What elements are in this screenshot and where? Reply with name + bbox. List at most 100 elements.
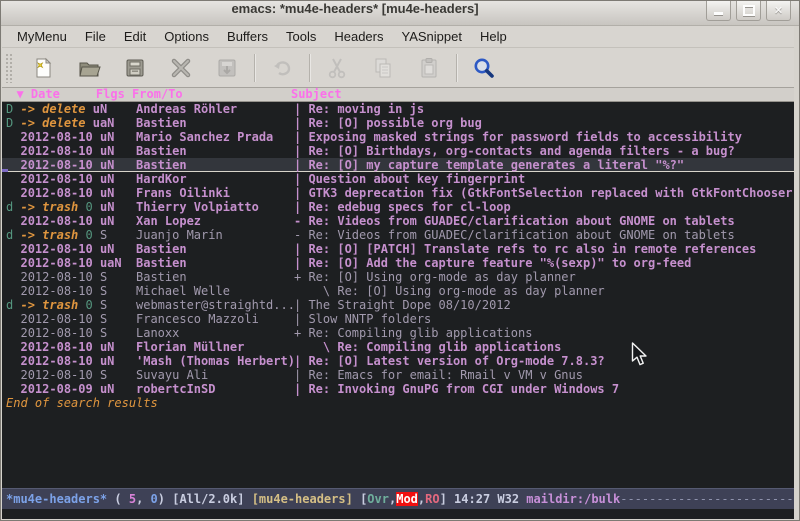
window-controls: ✕ xyxy=(706,1,791,21)
modeline-segment-dash: ---------------------------- xyxy=(620,492,794,506)
new-file-icon xyxy=(31,56,55,80)
row-date-flags: 2012-08-10 uN xyxy=(2,130,114,144)
modeline-segment-fg: ] 14:27 W32 xyxy=(440,492,527,506)
header-row[interactable]: 2012-08-10 uNBastien| Re: [O] [PATCH] Tr… xyxy=(2,242,794,256)
header-row[interactable]: 2012-08-10 SBastien+ Re: [O] Using org-m… xyxy=(2,270,794,284)
header-row[interactable]: 2012-08-10 SLanoxx+ Re: Compiling glib a… xyxy=(2,326,794,340)
toolbar-save-as-button xyxy=(215,56,239,80)
row-date-flags: 2012-08-10 uN xyxy=(2,186,114,200)
row-date-flags: D -> delete uaN xyxy=(2,116,114,130)
header-row[interactable]: 2012-08-10 SSuvayu Ali| Re: Emacs for em… xyxy=(2,368,794,382)
mu4e-headers-buffer[interactable]: D -> delete uNAndreas Röhler| Re: moving… xyxy=(2,102,794,488)
menu-item-options[interactable]: Options xyxy=(155,26,218,48)
echo-area[interactable] xyxy=(2,509,794,519)
header-row[interactable]: 2012-08-10 uNMario Sanchez Prada| Exposi… xyxy=(2,130,794,144)
header-row[interactable]: 2012-08-10 uN Xan Lopez- Re: Videos from … xyxy=(2,214,794,228)
row-subject: | Re: [O] my capture template generates … xyxy=(294,158,794,172)
header-row[interactable]: 2012-08-10 uaNBastien| Re: [O] Add the c… xyxy=(2,256,794,270)
row-from: Bastien xyxy=(136,116,295,130)
row-date-flags: 2012-08-10 S xyxy=(2,284,107,298)
close-icon: ✕ xyxy=(774,4,783,17)
row-date-flags: 2012-08-10 uN xyxy=(2,340,114,354)
maximize-button[interactable] xyxy=(736,1,761,21)
header-row[interactable]: 2012-08-10 uN Bastien| Re: [O] my capture… xyxy=(2,158,794,172)
row-date-flags: 2012-08-10 uN xyxy=(2,144,114,158)
header-row[interactable]: 2012-08-10 uNHardKor| Question about key… xyxy=(2,172,794,186)
header-row[interactable]: 2012-08-10 uNBastien| Re: [O] Birthdays,… xyxy=(2,144,794,158)
row-subject: - Re: Videos from GUADEC/clarification a… xyxy=(294,214,794,228)
row-date-flags: 2012-08-10 uaN xyxy=(2,256,122,270)
row-date-flags: 2012-08-10 uN xyxy=(2,242,114,256)
modeline-segment-fg: ( xyxy=(107,492,129,506)
header-row[interactable]: 2012-08-09 uNrobertcInSD| Re: Invoking G… xyxy=(2,382,794,396)
row-from: Suvayu Ali xyxy=(136,368,295,382)
row-date-flags: D -> delete uN xyxy=(2,102,107,116)
row-subject: | Re: [O] Birthdays, org-contacts and ag… xyxy=(294,144,794,158)
toolbar-new-file-button[interactable] xyxy=(31,56,55,80)
row-from: Bastien xyxy=(136,158,295,172)
row-subject: + Re: Compiling glib applications xyxy=(294,326,794,340)
menu-item-edit[interactable]: Edit xyxy=(115,26,155,48)
modeline-segment-fg: [ xyxy=(353,492,367,506)
row-from: Juanjo Marín xyxy=(136,228,295,242)
toolbar-drag-handle[interactable] xyxy=(5,53,12,83)
row-subject: | Re: [O] possible org bug xyxy=(294,116,794,130)
row-date-flags: 2012-08-10 uN xyxy=(2,158,114,172)
row-from: webmaster@straightd... xyxy=(136,298,295,312)
row-subject: | Re: [O] Add the capture feature "%(sex… xyxy=(294,256,794,270)
row-subject: \ Re: Compiling glib applications xyxy=(294,340,794,354)
menu-item-headers[interactable]: Headers xyxy=(325,26,392,48)
minimize-button[interactable] xyxy=(706,1,731,21)
mode-line[interactable]: *mu4e-headers* ( 5, 0) [All/2.0k] [mu4e-… xyxy=(2,488,794,509)
header-row[interactable]: d -> trash 0 uNThierry Volpiatto| Re: ed… xyxy=(2,200,794,214)
header-row[interactable]: d -> trash 0 Swebmaster@straightd...| Th… xyxy=(2,298,794,312)
modeline-segment-major-mode: [mu4e-headers] xyxy=(252,492,353,506)
toolbar-save-button[interactable] xyxy=(123,56,147,80)
row-date-flags: 2012-08-09 uN xyxy=(2,382,114,396)
header-row[interactable]: 2012-08-10 uNFrans Oilinki| GTK3 depreca… xyxy=(2,186,794,200)
row-subject: | Re: [O] [PATCH] Translate refs to rc a… xyxy=(294,242,794,256)
toolbar-separator xyxy=(456,54,457,82)
modeline-segment-mod: Mod xyxy=(396,492,418,506)
header-row[interactable]: d -> trash 0 SJuanjo Marín- Re: Videos f… xyxy=(2,228,794,242)
header-row[interactable]: 2012-08-10 SMichael Welle \ Re: [O] Usin… xyxy=(2,284,794,298)
header-row[interactable]: 2012-08-10 SFrancesco Mazzoli| Slow NNTP… xyxy=(2,312,794,326)
menu-item-tools[interactable]: Tools xyxy=(277,26,325,48)
toolbar-search-button[interactable] xyxy=(472,56,496,80)
close-button[interactable]: ✕ xyxy=(766,1,791,21)
toolbar-open-file-button[interactable] xyxy=(77,56,101,80)
header-row[interactable]: D -> delete uaN Bastien| Re: [O] possible… xyxy=(2,116,794,130)
menu-item-file[interactable]: File xyxy=(76,26,115,48)
row-subject: | Slow NNTP folders xyxy=(294,312,794,326)
save-icon xyxy=(123,56,147,80)
menu-item-yasnippet[interactable]: YASnippet xyxy=(392,26,470,48)
header-row[interactable]: 2012-08-10 uN'Mash (Thomas Herbert)| Re:… xyxy=(2,354,794,368)
row-from: Frans Oilinki xyxy=(136,186,295,200)
modeline-segment-num-blue: 0 xyxy=(151,492,158,506)
header-row[interactable]: D -> delete uNAndreas Röhler| Re: moving… xyxy=(2,102,794,116)
row-date-flags: 2012-08-10 uN xyxy=(2,214,114,228)
row-from: Xan Lopez xyxy=(136,214,295,228)
modeline-segment-maildir: maildir:/bulk xyxy=(526,492,620,506)
row-from: Francesco Mazzoli xyxy=(136,312,295,326)
row-date-flags: 2012-08-10 S xyxy=(2,326,107,340)
save-as-icon xyxy=(215,56,239,80)
header-row[interactable]: 2012-08-10 uNFlorian Müllner \ Re: Compi… xyxy=(2,340,794,354)
row-from: HardKor xyxy=(136,172,295,186)
copy-icon xyxy=(371,56,395,80)
toolbar-undo-button xyxy=(270,56,294,80)
modeline-segment-ro: RO xyxy=(425,492,439,506)
menu-item-mymenu[interactable]: MyMenu xyxy=(8,26,76,48)
toolbar-close-buffer-button[interactable] xyxy=(169,56,193,80)
row-subject: | Exposing masked strings for password f… xyxy=(294,130,794,144)
modeline-segment-num-magenta: 5 xyxy=(129,492,136,506)
modeline-segment-fg: ) [All/2.0k] xyxy=(158,492,252,506)
row-from: 'Mash (Thomas Herbert) xyxy=(136,354,295,368)
menu-item-help[interactable]: Help xyxy=(471,26,516,48)
headers-list: D -> delete uNAndreas Röhler| Re: moving… xyxy=(2,102,794,396)
menu-item-buffers[interactable]: Buffers xyxy=(218,26,277,48)
tool-bar xyxy=(2,48,794,88)
row-subject: - Re: Videos from GUADEC/clarification a… xyxy=(294,228,794,242)
title-bar[interactable]: emacs: *mu4e-headers* [mu4e-headers] ✕ xyxy=(1,1,799,26)
undo-icon xyxy=(270,56,294,80)
